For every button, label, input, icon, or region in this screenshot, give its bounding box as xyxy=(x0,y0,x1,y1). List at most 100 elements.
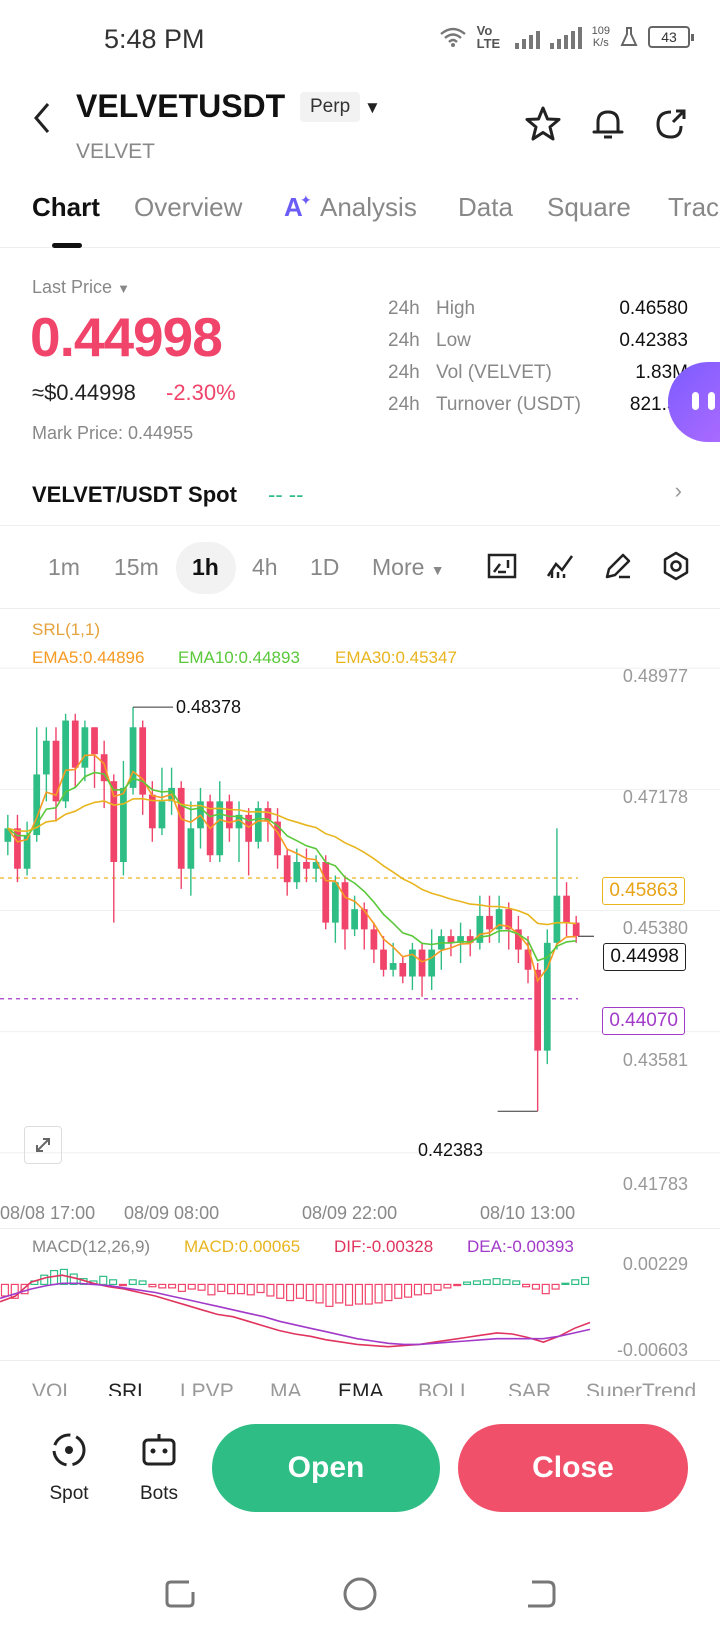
star-icon[interactable] xyxy=(523,104,563,144)
divider xyxy=(0,1228,720,1229)
spot-icon[interactable] xyxy=(49,1430,89,1470)
net-speed: 109 K/s xyxy=(592,25,610,49)
candle-body xyxy=(563,895,570,923)
macd-histogram-bar xyxy=(99,1275,108,1286)
tab-trade[interactable]: Trac xyxy=(668,192,719,223)
tab-data[interactable]: Data xyxy=(458,192,513,223)
ai-sparkle-icon: ✦ xyxy=(300,192,312,208)
macd-histogram-bar xyxy=(187,1283,196,1290)
macd-histogram-bar xyxy=(177,1283,186,1292)
tab-overview[interactable]: Overview xyxy=(134,192,242,223)
candle-body xyxy=(81,727,89,768)
macd-histogram-bar xyxy=(433,1283,442,1291)
indicator-ema[interactable]: EMA xyxy=(338,1380,384,1396)
last-price-label-text: Last Price xyxy=(32,277,113,297)
timeframe-4h[interactable]: 4h xyxy=(252,554,278,581)
indicator-srl[interactable]: SRL xyxy=(108,1380,149,1396)
macd-histogram-bar xyxy=(335,1283,344,1304)
open-button[interactable]: Open xyxy=(212,1424,440,1512)
ema-line-30 xyxy=(7,797,577,926)
home-icon[interactable] xyxy=(340,1574,380,1614)
macd-histogram-bar xyxy=(345,1283,354,1306)
macd-histogram-bar xyxy=(236,1283,245,1295)
candlestick-chart[interactable] xyxy=(0,660,720,1205)
timeframe-1m[interactable]: 1m xyxy=(48,554,80,581)
high-label: 0.48378 xyxy=(176,697,242,717)
tab-square[interactable]: Square xyxy=(547,192,631,223)
candle-body xyxy=(370,929,378,950)
timeframe-1h[interactable]: 1h xyxy=(192,554,219,581)
indicator-vol[interactable]: VOL xyxy=(32,1380,74,1396)
back-nav-icon[interactable] xyxy=(520,1574,560,1614)
price-line-tag: 0.45863 xyxy=(602,877,685,905)
dif-line xyxy=(0,1274,591,1348)
candle-body xyxy=(216,801,224,856)
macd-histogram-bar xyxy=(374,1283,383,1304)
fullscreen-button[interactable] xyxy=(24,1126,62,1164)
price-change: -2.30% xyxy=(166,380,236,405)
candle-body xyxy=(42,740,50,775)
macd-histogram-bar xyxy=(325,1283,334,1307)
chevron-right-icon: › xyxy=(674,478,682,503)
settings-icon[interactable] xyxy=(660,550,692,582)
macd-histogram-bar xyxy=(472,1280,481,1286)
macd-histogram-bar xyxy=(109,1279,118,1286)
tab-analysis[interactable]: Analysis xyxy=(320,192,417,223)
indicator-supertrend[interactable]: SuperTrend xyxy=(586,1380,696,1396)
indicator-icon[interactable] xyxy=(544,550,576,582)
bots-icon[interactable] xyxy=(139,1430,179,1470)
bots-label[interactable]: Bots xyxy=(119,1483,199,1505)
candle-body xyxy=(322,862,330,923)
bell-icon[interactable] xyxy=(588,104,628,144)
macd-chart[interactable] xyxy=(0,1256,600,1356)
indicator-lpvp[interactable]: LPVP xyxy=(180,1380,234,1396)
candle-body xyxy=(187,828,195,869)
contract-type-badge[interactable]: Perp xyxy=(300,92,361,122)
candle-body xyxy=(543,942,551,1051)
candle-body xyxy=(52,740,60,802)
macd-histogram-bar xyxy=(394,1283,403,1299)
macd-histogram-bar xyxy=(492,1278,501,1286)
legend-srl: SRL(1,1) xyxy=(32,620,101,639)
indicator-ma[interactable]: MA xyxy=(270,1380,302,1396)
macd-histogram-bar xyxy=(571,1279,580,1286)
candle-body xyxy=(293,862,301,883)
chart-type-icon[interactable] xyxy=(486,550,518,582)
macd-histogram-bar xyxy=(266,1283,275,1297)
assistant-eye-left xyxy=(692,392,699,410)
macd-histogram-bar xyxy=(413,1283,422,1296)
close-button[interactable]: Close xyxy=(458,1424,688,1512)
timeframe-more[interactable]: More ▼ xyxy=(372,554,445,581)
symbol-title[interactable]: VELVETUSDT xyxy=(76,88,285,125)
last-price: 0.44998 xyxy=(30,306,223,368)
candle-body xyxy=(91,727,98,755)
stat-period: 24h xyxy=(388,394,420,415)
timeframe-15m[interactable]: 15m xyxy=(114,554,159,581)
last-price-label[interactable]: Last Price ▼ xyxy=(32,277,130,298)
caret-down-icon: ▼ xyxy=(430,562,445,578)
indicator-sar[interactable]: SAR xyxy=(508,1380,551,1396)
macd-histogram-bar xyxy=(541,1283,550,1295)
macd-histogram-bar xyxy=(443,1283,452,1289)
spot-label[interactable]: Spot xyxy=(29,1483,109,1505)
draw-pencil-icon[interactable] xyxy=(602,550,634,582)
divider xyxy=(0,1360,720,1361)
recent-apps-icon[interactable] xyxy=(161,1574,201,1614)
macd-histogram-bar xyxy=(227,1283,236,1295)
battery-icon: 43 xyxy=(648,26,694,48)
indicator-boll[interactable]: BOLL xyxy=(418,1380,472,1396)
net-speed-value: 109 xyxy=(591,25,610,37)
share-icon[interactable] xyxy=(651,104,691,144)
spot-market-value: -- -- xyxy=(268,482,304,507)
spot-market-row[interactable]: VELVET/USDT Spot -- -- › xyxy=(0,468,720,526)
current-price-tag[interactable]: 0.44998 xyxy=(603,943,686,971)
caret-down-icon[interactable]: ▼ xyxy=(364,98,381,118)
timeframe-1d[interactable]: 1D xyxy=(310,554,339,581)
candle-body xyxy=(341,882,349,930)
tab-chart[interactable]: Chart xyxy=(32,192,100,223)
candle-body xyxy=(572,922,580,937)
candle-body xyxy=(226,801,233,829)
back-button[interactable] xyxy=(30,100,54,146)
macd-histogram-bar xyxy=(384,1283,393,1302)
stat-period: 24h xyxy=(388,330,420,351)
